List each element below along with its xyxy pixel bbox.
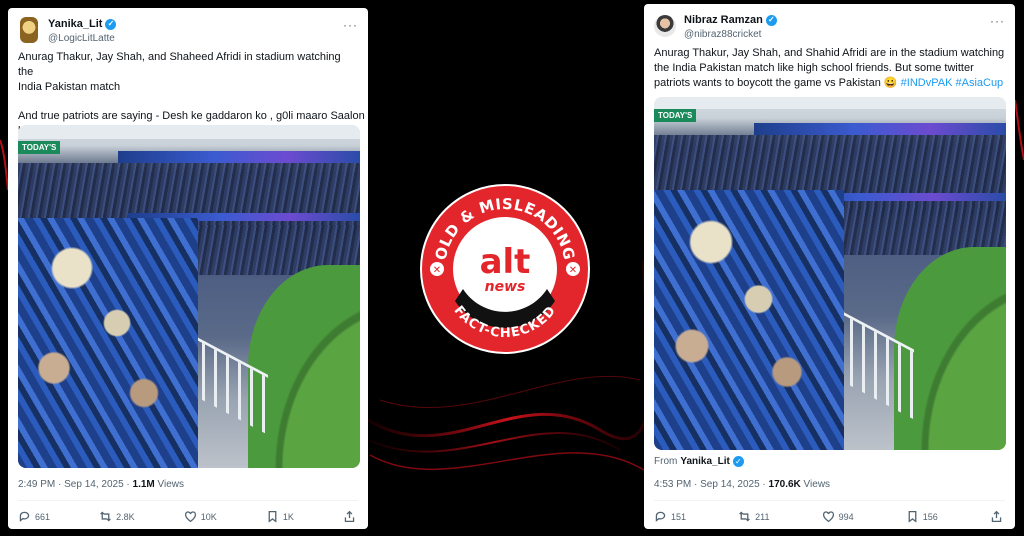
stadium-banner: TODAY'S xyxy=(654,109,697,122)
verified-badge-icon: ✓ xyxy=(732,456,744,467)
share-icon xyxy=(991,510,1002,523)
stadium-ad-board xyxy=(754,123,1006,135)
stadium-roof xyxy=(654,97,1006,109)
stadium-banner: TODAY'S xyxy=(18,141,61,154)
tweet-actions: 661 2.8K 10K 1K xyxy=(18,510,356,523)
tweet-text-line: Anurag Thakur, Jay Shah, and Shaheed Afr… xyxy=(18,51,341,78)
repost-icon xyxy=(739,511,750,522)
crowd xyxy=(18,218,198,468)
stadium-ad-board xyxy=(118,151,360,163)
bookmark-icon xyxy=(908,510,917,523)
reply-button[interactable]: 151 xyxy=(654,510,686,523)
tweet-text-line: Anurag Thakur, Jay Shah, and Shahid Afri… xyxy=(654,47,1005,59)
views-label: Views xyxy=(154,479,185,490)
crowd xyxy=(654,190,844,450)
hashtag-link[interactable]: #AsiaCup xyxy=(955,77,1003,89)
hashtag-link[interactable]: #INDvPAK xyxy=(901,77,953,89)
like-button[interactable]: 994 xyxy=(822,510,854,523)
like-count: 10K xyxy=(200,511,217,522)
bookmark-icon xyxy=(268,510,277,523)
fact-check-badge: OLD & MISLEADING FACT-CHECKED ✕ ✕ alt ne… xyxy=(420,184,590,354)
tweet-timestamp[interactable]: 4:53 PM · Sep 14, 2025 · 170.6K Views xyxy=(654,479,830,490)
reply-icon xyxy=(655,511,666,522)
author-handle[interactable]: @LogicLitLatte xyxy=(48,33,115,44)
views-label: Views xyxy=(800,479,831,490)
left-tweet-card[interactable]: Yanika_Lit ✓ @LogicLitLatte ··· Anurag T… xyxy=(8,8,368,529)
repost-count: 211 xyxy=(755,511,770,522)
tweet-actions: 151 211 994 156 xyxy=(654,510,1003,523)
author-handle[interactable]: @nibraz88cricket xyxy=(684,29,761,40)
stadium-roof xyxy=(18,125,360,139)
like-count: 994 xyxy=(838,511,854,522)
timestamp-text[interactable]: 2:49 PM · Sep 14, 2025 · xyxy=(18,479,133,490)
tweet-media-image[interactable]: TODAY'S xyxy=(18,125,360,468)
tweet-text-line: the India Pakistan match like high schoo… xyxy=(654,62,974,74)
timestamp-text[interactable]: 4:53 PM · Sep 14, 2025 · xyxy=(654,479,769,490)
tweet-text-line: And true patriots are saying - Desh ke g… xyxy=(18,110,365,122)
tweet-text: Anurag Thakur, Jay Shah, and Shahid Afri… xyxy=(654,46,1006,91)
tweet-header: Nibraz Ramzan ✓ @nibraz88cricket ··· xyxy=(654,12,1005,44)
avatar[interactable] xyxy=(20,17,38,43)
divider xyxy=(18,500,358,501)
verified-badge-icon: ✓ xyxy=(765,14,777,26)
close-icon-glyph: ✕ xyxy=(569,265,577,276)
share-button[interactable] xyxy=(990,510,1003,523)
reply-count: 151 xyxy=(671,511,687,522)
heart-icon xyxy=(822,511,834,523)
more-options-icon[interactable]: ··· xyxy=(990,14,1005,28)
cricket-field xyxy=(248,265,360,468)
bookmark-count: 1K xyxy=(282,511,294,522)
tweet-media-image[interactable]: TODAY'S xyxy=(654,97,1006,450)
tweet-text-line: India Pakistan match xyxy=(18,81,121,93)
quoted-from[interactable]: From Yanika_Lit ✓ xyxy=(654,456,744,467)
close-icon-glyph: ✕ xyxy=(433,265,441,276)
tweet-text-segment: patriots wants to boycott the game vs Pa… xyxy=(654,77,901,89)
reply-count: 661 xyxy=(35,511,51,522)
author-name[interactable]: Nibraz Ramzan ✓ xyxy=(684,14,777,26)
share-icon xyxy=(344,510,355,523)
tweet-header: Yanika_Lit ✓ @LogicLitLatte ··· xyxy=(18,16,358,48)
author-name[interactable]: Yanika_Lit ✓ xyxy=(48,18,117,30)
avatar[interactable] xyxy=(654,15,676,37)
right-tweet-card[interactable]: Nibraz Ramzan ✓ @nibraz88cricket ··· Anu… xyxy=(644,4,1015,529)
tweet-timestamp[interactable]: 2:49 PM · Sep 14, 2025 · 1.1M Views xyxy=(18,479,184,490)
from-author-link[interactable]: Yanika_Lit xyxy=(680,456,729,467)
bookmark-count: 156 xyxy=(922,511,938,522)
views-count: 170.6K xyxy=(768,479,801,490)
reply-button[interactable]: 661 xyxy=(18,510,50,523)
more-options-icon[interactable]: ··· xyxy=(343,18,358,32)
altnews-logo-bottom: news xyxy=(485,279,526,295)
from-label: From xyxy=(654,456,678,467)
altnews-logo-top: alt xyxy=(480,242,531,282)
heart-icon xyxy=(184,511,196,523)
tweet-text-line: patriots wants to boycott the game vs Pa… xyxy=(654,76,1006,91)
like-button[interactable]: 10K xyxy=(184,510,217,523)
repost-count: 2.8K xyxy=(116,511,135,522)
author-name-text[interactable]: Nibraz Ramzan xyxy=(684,14,763,26)
repost-icon xyxy=(100,511,111,522)
reply-icon xyxy=(19,511,30,522)
repost-button[interactable]: 211 xyxy=(738,510,770,523)
share-button[interactable] xyxy=(343,510,356,523)
divider xyxy=(654,500,1005,501)
author-name-text[interactable]: Yanika_Lit xyxy=(48,18,102,30)
views-count: 1.1M xyxy=(132,479,155,490)
bookmark-button[interactable]: 156 xyxy=(906,510,938,523)
bookmark-button[interactable]: 1K xyxy=(266,510,294,523)
verified-badge-icon: ✓ xyxy=(105,18,117,30)
repost-button[interactable]: 2.8K xyxy=(99,510,135,523)
